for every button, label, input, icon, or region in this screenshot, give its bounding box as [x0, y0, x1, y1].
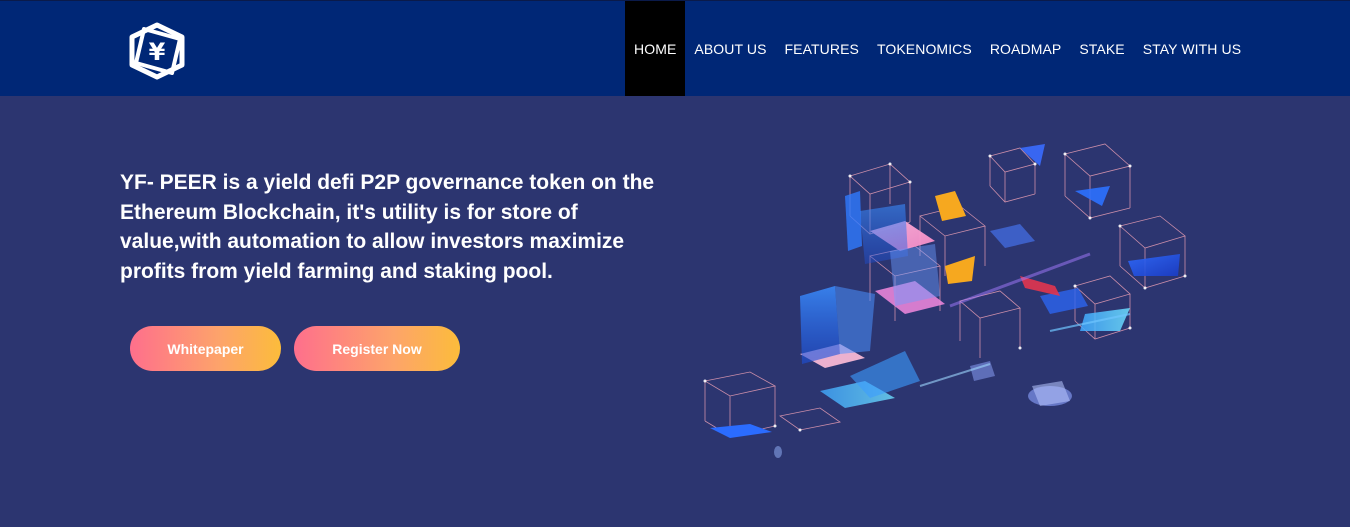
hero-section: YF- PEER is a yield defi P2P governance …: [0, 96, 1350, 527]
logo-link[interactable]: ¥: [122, 19, 192, 83]
nav-features[interactable]: FEATURES: [776, 1, 868, 97]
svg-text:¥: ¥: [149, 38, 166, 66]
whitepaper-button[interactable]: Whitepaper: [130, 326, 281, 371]
nav-stay-with-us[interactable]: STAY WITH US: [1134, 1, 1250, 97]
yen-cube-logo-icon: ¥: [129, 22, 185, 80]
blockchain-cubes-illustration: [703, 143, 1187, 458]
nav-home[interactable]: HOME: [625, 1, 686, 97]
site-header: ¥ HOME ABOUT US FEATURES TOKENOMICS ROAD…: [0, 0, 1350, 97]
register-now-button[interactable]: Register Now: [294, 326, 460, 371]
nav-about-us[interactable]: ABOUT US: [685, 1, 775, 97]
nav-stake[interactable]: STAKE: [1070, 1, 1133, 97]
hero-description: YF- PEER is a yield defi P2P governance …: [120, 171, 655, 283]
main-nav: HOME ABOUT US FEATURES TOKENOMICS ROADMA…: [625, 1, 1250, 97]
nav-roadmap[interactable]: ROADMAP: [981, 1, 1071, 97]
nav-tokenomics[interactable]: TOKENOMICS: [868, 1, 981, 97]
